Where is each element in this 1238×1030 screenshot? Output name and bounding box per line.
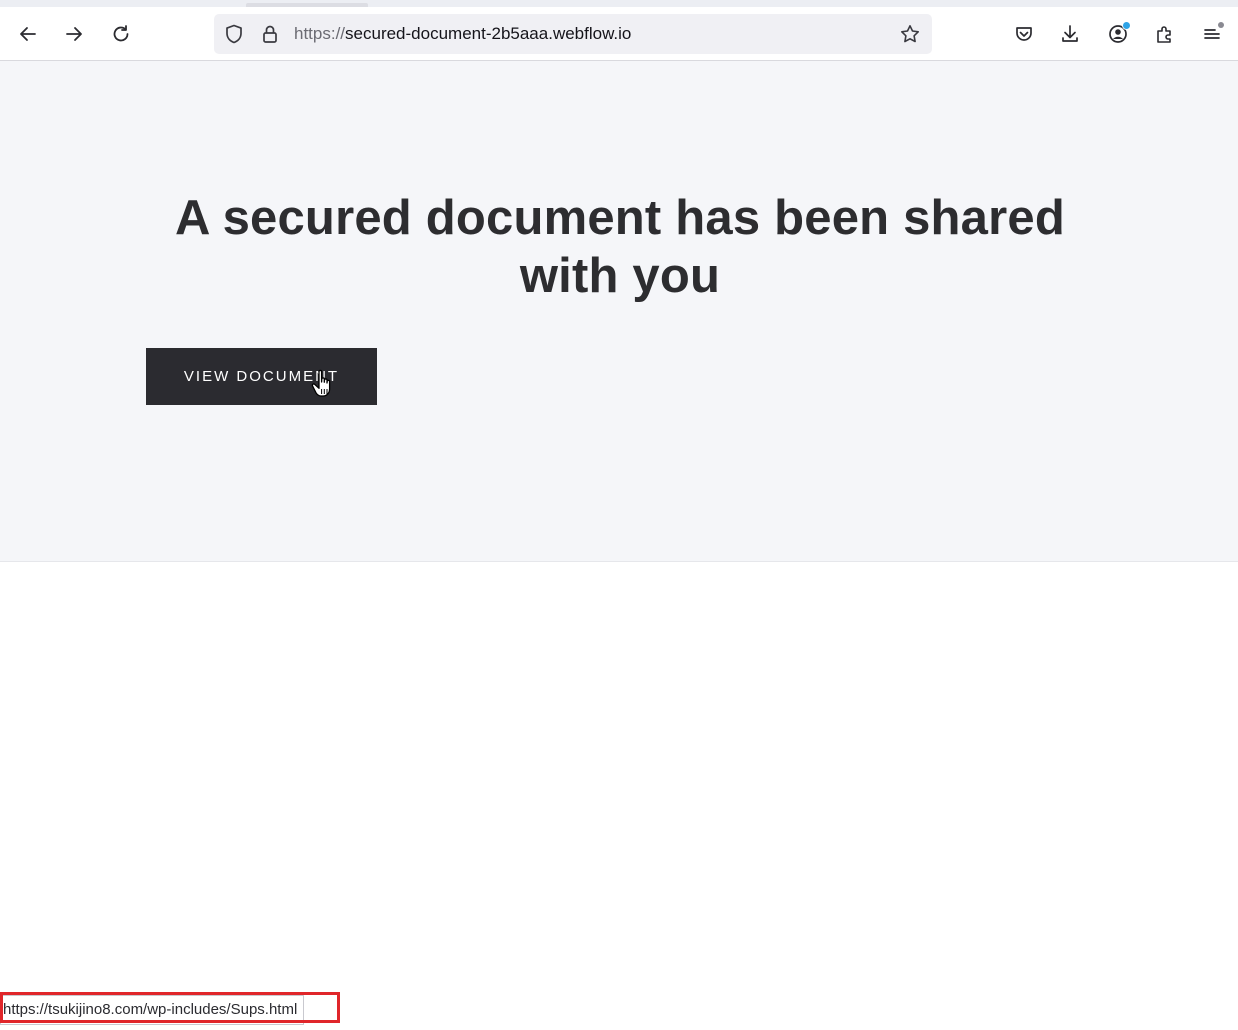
update-dot <box>1218 22 1224 28</box>
menu-button[interactable] <box>1196 18 1228 50</box>
arrow-left-icon <box>20 27 36 41</box>
download-icon <box>1062 25 1078 42</box>
puzzle-icon <box>1157 26 1171 43</box>
url-scheme: https:// <box>294 24 346 43</box>
arrow-right-icon <box>66 27 82 41</box>
browser-window: https://secured-document-2b5aaa.webflow.… <box>0 0 1238 1030</box>
notification-dot <box>1122 21 1131 30</box>
lock-icon[interactable] <box>258 22 282 46</box>
status-bar: https://tsukijino8.com/wp-includes/Sups.… <box>0 995 305 1025</box>
extensions-button[interactable] <box>1149 18 1181 50</box>
browser-toolbar: https://secured-document-2b5aaa.webflow.… <box>0 7 1238 61</box>
pocket-button[interactable] <box>1008 18 1040 50</box>
reload-icon <box>113 25 129 42</box>
star-icon[interactable] <box>898 22 922 46</box>
downloads-button[interactable] <box>1054 18 1086 50</box>
shield-icon[interactable] <box>222 22 246 46</box>
url-text[interactable]: https://secured-document-2b5aaa.webflow.… <box>294 14 631 54</box>
pocket-icon <box>1016 27 1032 41</box>
forward-button[interactable] <box>58 18 90 50</box>
view-document-button[interactable]: VIEW DOCUMENT <box>146 348 377 405</box>
back-button[interactable] <box>12 18 44 50</box>
url-host: secured-document-2b5aaa.webflow.io <box>345 24 632 43</box>
reload-button[interactable] <box>105 18 137 50</box>
hero-section: A secured document has been shared with … <box>0 61 1238 562</box>
status-link-url: https://tsukijino8.com/wp-includes/Sups.… <box>3 1001 298 1018</box>
page-title: A secured document has been shared with … <box>175 191 1065 303</box>
address-bar[interactable]: https://secured-document-2b5aaa.webflow.… <box>214 14 932 54</box>
account-button[interactable] <box>1102 18 1134 50</box>
tab-strip <box>0 0 1238 7</box>
